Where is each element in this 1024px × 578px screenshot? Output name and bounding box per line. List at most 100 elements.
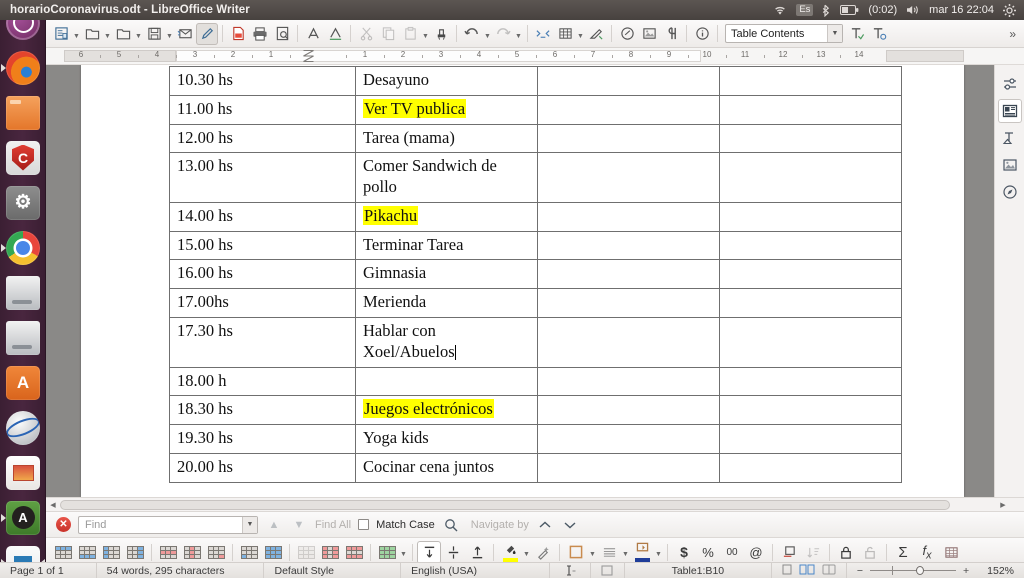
chevron-down-icon[interactable]: ▼ bbox=[827, 25, 842, 42]
insert-row-above-icon[interactable] bbox=[51, 541, 75, 564]
table-row[interactable]: 18.00 h bbox=[169, 366, 902, 397]
horizontal-scrollbar[interactable]: ◀ ▶ bbox=[46, 497, 1024, 511]
recent-documents-dropdown-icon[interactable]: ▼ bbox=[134, 23, 143, 45]
table-cell-time[interactable]: 18.00 h bbox=[169, 366, 356, 397]
table-cell-activity[interactable]: Hablar con Xoel/Abuelos bbox=[355, 317, 538, 368]
sidebar-settings-icon[interactable] bbox=[998, 72, 1022, 96]
table-cell-time[interactable]: 14.00 hs bbox=[169, 201, 356, 232]
page-indicator[interactable]: Page 1 of 1 bbox=[0, 562, 97, 578]
table-row[interactable]: 15.00 hs Terminar Tarea bbox=[169, 230, 902, 261]
open-dropdown-icon[interactable]: ▼ bbox=[103, 23, 112, 45]
find-replace-icon[interactable] bbox=[532, 23, 554, 45]
paste-icon[interactable] bbox=[399, 23, 421, 45]
match-case-label[interactable]: Match Case bbox=[376, 519, 435, 531]
table-cell-empty[interactable] bbox=[537, 259, 720, 290]
background-color-dropdown-icon[interactable]: ▼ bbox=[522, 541, 531, 563]
word-count[interactable]: 54 words, 295 characters bbox=[97, 562, 265, 578]
table-row[interactable]: 12.00 hs Tarea (mama) bbox=[169, 123, 902, 154]
table-cell-time[interactable]: 16.00 hs bbox=[169, 259, 356, 290]
table-row[interactable]: 10.30 hs Desayuno bbox=[169, 66, 902, 96]
update-style-icon[interactable] bbox=[846, 23, 868, 45]
zoom-in-button[interactable]: + bbox=[956, 565, 969, 577]
export-pdf-icon[interactable] bbox=[227, 23, 249, 45]
autoformat-icon[interactable] bbox=[531, 541, 555, 564]
table-cell-activity[interactable]: Merienda bbox=[355, 288, 538, 319]
launcher-item-disk-2[interactable] bbox=[0, 315, 46, 360]
table-cell-indicator[interactable]: Table1:B10 bbox=[625, 562, 772, 578]
number-format-icon[interactable]: 00 bbox=[720, 541, 744, 564]
launcher-item-globe[interactable] bbox=[0, 405, 46, 450]
page[interactable]: 10.30 hs Desayuno 11.00 hs Ver TV publica 12… bbox=[81, 65, 964, 497]
insert-field-icon[interactable] bbox=[691, 23, 713, 45]
table-cell-empty[interactable] bbox=[719, 366, 902, 397]
formula-icon[interactable]: fx bbox=[915, 541, 939, 564]
border-color-icon[interactable] bbox=[630, 541, 654, 564]
launcher-item-disk-1[interactable] bbox=[0, 270, 46, 315]
session-gear-icon[interactable] bbox=[1003, 3, 1016, 17]
find-next-button[interactable]: ▼ bbox=[290, 516, 308, 534]
table-cell-time[interactable]: 17.00hs bbox=[169, 288, 356, 319]
copy-icon[interactable] bbox=[377, 23, 399, 45]
align-bottom-icon[interactable] bbox=[465, 541, 489, 564]
table-row[interactable]: 14.00 hs Pikachu bbox=[169, 201, 902, 232]
launcher-item-firefox[interactable] bbox=[0, 45, 46, 90]
volume-icon[interactable] bbox=[906, 4, 920, 16]
email-icon[interactable] bbox=[174, 23, 196, 45]
schedule-table[interactable]: 10.30 hs Desayuno 11.00 hs Ver TV publica 12… bbox=[169, 66, 902, 483]
table-cell-activity[interactable]: Pikachu bbox=[355, 201, 538, 232]
table-cell-empty[interactable] bbox=[719, 424, 902, 454]
table-cell-activity[interactable]: Juegos electrónicos bbox=[355, 395, 538, 426]
select-table-icon[interactable] bbox=[261, 541, 285, 564]
clear-formatting-icon[interactable] bbox=[324, 23, 346, 45]
sum-icon[interactable]: Σ bbox=[891, 541, 915, 564]
table-cell-empty[interactable] bbox=[719, 317, 902, 368]
table-cell-empty[interactable] bbox=[719, 201, 902, 232]
table-cell-time[interactable]: 19.30 hs bbox=[169, 424, 356, 454]
cut-icon[interactable] bbox=[355, 23, 377, 45]
table-cell-time[interactable]: 17.30 hs bbox=[169, 317, 356, 368]
scroll-left-button[interactable]: ◀ bbox=[47, 499, 59, 511]
table-properties-icon[interactable] bbox=[939, 541, 963, 564]
table-cell-activity[interactable]: Comer Sandwich de pollo bbox=[355, 152, 538, 203]
table-row[interactable]: 16.00 hs Gimnasia bbox=[169, 259, 902, 290]
keyboard-layout-indicator[interactable]: Es bbox=[796, 4, 814, 16]
align-center-vertical-icon[interactable] bbox=[441, 541, 465, 564]
merge-cells-icon[interactable] bbox=[294, 541, 318, 564]
delete-row-icon[interactable] bbox=[156, 541, 180, 564]
match-case-checkbox[interactable] bbox=[358, 519, 370, 530]
table-cell-empty[interactable] bbox=[719, 66, 902, 96]
zoom-out-button[interactable]: − bbox=[857, 565, 870, 577]
table-cell-empty[interactable] bbox=[537, 152, 720, 203]
unprotect-cells-icon[interactable] bbox=[858, 541, 882, 564]
align-top-icon[interactable] bbox=[417, 540, 441, 564]
insert-special-character-icon[interactable] bbox=[616, 23, 638, 45]
insert-table-dropdown-icon[interactable]: ▼ bbox=[576, 23, 585, 45]
insert-mode-icon[interactable] bbox=[550, 562, 591, 578]
redo-icon[interactable] bbox=[492, 23, 514, 45]
paragraph-style-combobox[interactable]: Table Contents ▼ bbox=[725, 24, 843, 43]
new-document-dropdown-icon[interactable]: ▼ bbox=[72, 23, 81, 45]
select-cell-icon[interactable] bbox=[237, 541, 261, 564]
borders-dropdown-icon[interactable]: ▼ bbox=[588, 541, 597, 563]
table-row[interactable]: 20.00 hs Cocinar cena juntos bbox=[169, 452, 902, 483]
launcher-item-files[interactable] bbox=[0, 90, 46, 135]
table-cell-activity[interactable]: Yoga kids bbox=[355, 424, 538, 454]
document-canvas[interactable]: 10.30 hs Desayuno 11.00 hs Ver TV publica 12… bbox=[46, 65, 1024, 497]
bluetooth-icon[interactable] bbox=[822, 4, 831, 17]
search-icon[interactable] bbox=[442, 516, 460, 534]
scroll-right-button[interactable]: ▶ bbox=[997, 499, 1009, 511]
table-cell-activity[interactable]: Cocinar cena juntos bbox=[355, 452, 538, 483]
print-icon[interactable] bbox=[249, 23, 271, 45]
new-style-icon[interactable] bbox=[868, 23, 890, 45]
table-cell-empty[interactable] bbox=[537, 94, 720, 125]
table-row[interactable]: 19.30 hs Yoga kids bbox=[169, 424, 902, 454]
undo-dropdown-icon[interactable]: ▼ bbox=[483, 23, 492, 45]
table-cell-empty[interactable] bbox=[719, 395, 902, 426]
table-cell-activity[interactable]: Terminar Tarea bbox=[355, 230, 538, 261]
battery-icon[interactable] bbox=[840, 5, 859, 15]
table-cell-empty[interactable] bbox=[719, 452, 902, 483]
book-view-icon[interactable] bbox=[822, 564, 836, 578]
table-row[interactable]: 18.30 hs Juegos electrónicos bbox=[169, 395, 902, 426]
navigate-previous-button[interactable] bbox=[536, 516, 554, 534]
table-design-icon[interactable] bbox=[375, 541, 399, 564]
